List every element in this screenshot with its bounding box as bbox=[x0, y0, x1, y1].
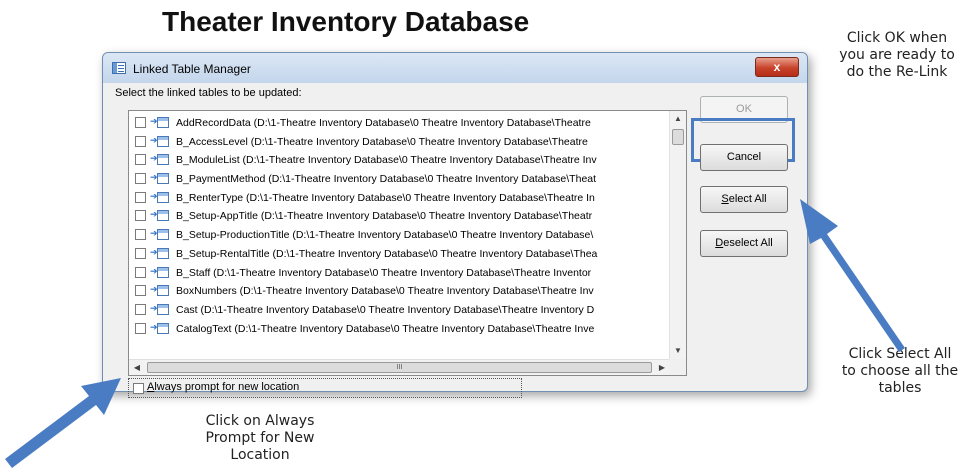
instruction-label: Select the linked tables to be updated: bbox=[115, 87, 302, 99]
table-name-label: B_Setup-AppTitle (D:\1-Theatre Inventory… bbox=[176, 210, 593, 223]
linked-table-icon bbox=[157, 303, 169, 315]
table-checkbox[interactable] bbox=[135, 117, 146, 128]
linked-table-icon bbox=[157, 322, 169, 334]
linked-table-row[interactable]: ➔ B_Staff (D:\1-Theatre Inventory Databas… bbox=[129, 264, 669, 283]
linked-table-icon bbox=[157, 210, 169, 222]
select-all-button[interactable]: Select All bbox=[700, 186, 788, 213]
vertical-scrollbar[interactable]: ▲ ▼ bbox=[669, 111, 686, 359]
cancel-button[interactable]: Cancel bbox=[700, 144, 788, 171]
table-checkbox[interactable] bbox=[135, 266, 146, 278]
linked-table-icon bbox=[157, 285, 169, 297]
linked-table-row[interactable]: ➔ B_AccessLevel (D:\1-Theatre Inventory D… bbox=[129, 133, 669, 152]
table-checkbox[interactable] bbox=[135, 247, 146, 259]
linked-table-row[interactable]: ➔ B_PaymentMethod (D:\1-Theatre Inventory… bbox=[129, 170, 669, 189]
scrollbar-corner bbox=[669, 359, 686, 375]
table-name-label: B_Setup-ProductionTitle (D:\1-Theatre In… bbox=[176, 229, 594, 242]
always-prompt-checkbox[interactable] bbox=[133, 383, 144, 394]
arrow-to-select-all bbox=[800, 199, 905, 352]
table-checkbox[interactable] bbox=[135, 322, 146, 334]
always-prompt-label[interactable]: Always prompt for new location bbox=[147, 381, 299, 393]
table-name-label: B_Staff (D:\1-Theatre Inventory Database… bbox=[176, 266, 592, 279]
linked-table-icon bbox=[157, 135, 169, 147]
dialog-client-area: Select the linked tables to be updated: … bbox=[109, 83, 801, 398]
select-all-instruction-note: Click Select All to choose all the table… bbox=[841, 346, 959, 396]
table-name-label: B_PaymentMethod (D:\1-Theatre Inventory … bbox=[176, 173, 597, 186]
page-title: Theater Inventory Database bbox=[162, 6, 530, 37]
close-button[interactable]: x bbox=[755, 57, 799, 77]
linked-table-row[interactable]: ➔ B_ModuleList (D:\1-Theatre Inventory Da… bbox=[129, 151, 669, 170]
linked-table-icon bbox=[157, 173, 169, 185]
table-name-label: B_Setup-RentalTitle (D:\1-Theatre Invent… bbox=[176, 247, 598, 260]
linked-table-row[interactable]: ➔ B_Setup-AppTitle (D:\1-Theatre Inventor… bbox=[129, 207, 669, 226]
table-name-label: B_AccessLevel (D:\1-Theatre Inventory Da… bbox=[176, 135, 588, 148]
horizontal-scrollbar[interactable]: ◀ III ▶ bbox=[129, 359, 670, 375]
scroll-thumb-grip: III bbox=[396, 364, 403, 371]
linked-tables-listbox[interactable]: ➔ AddRecordData (D:\1-Theatre Inventory D… bbox=[128, 110, 687, 376]
linked-table-manager-dialog: Linked Table Manager x Select the linked… bbox=[102, 52, 808, 398]
horizontal-scroll-thumb[interactable]: III bbox=[147, 362, 652, 373]
table-name-label: B_ModuleList (D:\1-Theatre Inventory Dat… bbox=[176, 154, 597, 167]
table-checkbox[interactable] bbox=[135, 210, 146, 222]
table-checkbox[interactable] bbox=[135, 229, 146, 241]
table-name-label: Cast (D:\1-Theatre Inventory Database\0 … bbox=[176, 303, 595, 316]
arrow-to-always-prompt bbox=[5, 378, 121, 468]
scroll-down-arrow-icon[interactable]: ▼ bbox=[670, 343, 686, 359]
table-checkbox[interactable] bbox=[135, 154, 146, 166]
deselect-all-button[interactable]: Deselect All bbox=[700, 230, 788, 257]
close-icon: x bbox=[773, 60, 781, 74]
linked-table-row[interactable]: ➔ Cast (D:\1-Theatre Inventory Database\0… bbox=[129, 301, 669, 320]
table-name-label: B_RenterType (D:\1-Theatre Inventory Dat… bbox=[176, 191, 595, 204]
linked-table-icon bbox=[157, 266, 169, 278]
ok-instruction-note: Click OK when you are ready to do the Re… bbox=[839, 30, 955, 80]
table-checkbox[interactable] bbox=[135, 191, 146, 203]
always-prompt-instruction-note: Click on Always Prompt for New Location bbox=[205, 413, 315, 463]
table-name-label: AddRecordData (D:\1-Theatre Inventory Da… bbox=[176, 117, 591, 129]
linked-table-row[interactable]: ➔ CatalogText (D:\1-Theatre Inventory Dat… bbox=[129, 320, 669, 339]
dialog-title: Linked Table Manager bbox=[133, 62, 251, 76]
linked-table-row[interactable]: ➔ AddRecordData (D:\1-Theatre Inventory D… bbox=[129, 114, 669, 133]
linked-tables-rows: ➔ AddRecordData (D:\1-Theatre Inventory D… bbox=[129, 114, 669, 358]
table-name-label: BoxNumbers (D:\1-Theatre Inventory Datab… bbox=[176, 285, 594, 298]
linked-table-icon bbox=[157, 117, 169, 128]
table-checkbox[interactable] bbox=[135, 303, 146, 315]
linked-table-icon bbox=[157, 229, 169, 241]
linked-table-icon bbox=[157, 247, 169, 259]
linked-table-icon bbox=[157, 191, 169, 203]
linked-table-icon bbox=[157, 154, 169, 166]
linked-table-manager-icon bbox=[112, 62, 126, 74]
table-name-label: CatalogText (D:\1-Theatre Inventory Data… bbox=[176, 322, 595, 335]
linked-table-row[interactable]: ➔ B_Setup-ProductionTitle (D:\1-Theatre I… bbox=[129, 226, 669, 245]
scroll-up-arrow-icon[interactable]: ▲ bbox=[670, 111, 686, 127]
linked-table-row[interactable]: ➔ B_Setup-RentalTitle (D:\1-Theatre Inven… bbox=[129, 245, 669, 264]
dialog-titlebar: Linked Table Manager x bbox=[103, 53, 807, 83]
table-checkbox[interactable] bbox=[135, 135, 146, 147]
vertical-scroll-thumb[interactable] bbox=[672, 129, 684, 145]
scroll-right-arrow-icon[interactable]: ▶ bbox=[654, 360, 670, 375]
table-checkbox[interactable] bbox=[135, 173, 146, 185]
linked-table-row[interactable]: ➔ B_RenterType (D:\1-Theatre Inventory Da… bbox=[129, 189, 669, 208]
linked-table-row[interactable]: ➔ BoxNumbers (D:\1-Theatre Inventory Data… bbox=[129, 282, 669, 301]
scroll-left-arrow-icon[interactable]: ◀ bbox=[129, 360, 145, 375]
table-checkbox[interactable] bbox=[135, 285, 146, 297]
